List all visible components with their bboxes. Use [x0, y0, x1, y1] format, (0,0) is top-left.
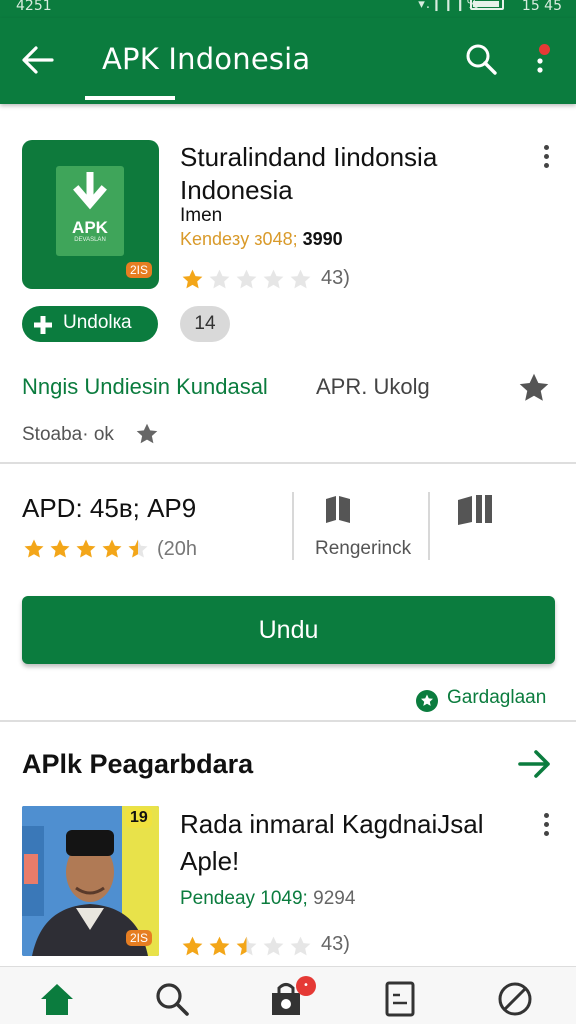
tab-indicator	[85, 96, 175, 100]
nav-home-icon[interactable]	[37, 979, 77, 1019]
card-thumbnail[interactable]: 19 2ІЅ	[22, 806, 159, 956]
nav-library-icon[interactable]	[380, 979, 420, 1019]
notification-dot	[539, 44, 550, 55]
card-number-badge: 19	[126, 808, 152, 828]
icon-apk-text: APK	[72, 218, 108, 237]
gardaglaan-label: Gardaglaan	[447, 687, 547, 708]
section-title: APlk Peagarbdara	[22, 749, 254, 779]
age-rating-badge: 2ІЅ	[126, 262, 153, 278]
storage-text: Stoaba· оk	[22, 424, 114, 445]
battery-icon	[470, 0, 504, 10]
bottom-nav: •	[0, 966, 576, 1024]
page-title: APK Indonesia	[102, 42, 311, 76]
app-meta: Kendeзy з048; 3990	[180, 229, 343, 250]
card-meta-gray: 9294	[313, 888, 356, 909]
app-meta-strong: 3990	[302, 229, 343, 249]
plus-icon	[32, 314, 54, 342]
divider	[0, 720, 576, 722]
search-icon[interactable]	[462, 40, 500, 78]
back-arrow-icon[interactable]	[18, 40, 58, 80]
ranking-label: Rengerinck	[315, 538, 412, 559]
install-button[interactable]: Undu	[22, 596, 555, 664]
stats-separator	[428, 492, 430, 560]
app-developer[interactable]: Imen	[180, 205, 222, 227]
status-time-left: 4251	[16, 0, 52, 14]
overflow-menu-icon[interactable]	[522, 40, 558, 78]
app-rating-count: 43)	[321, 267, 350, 289]
card-rating-stars	[180, 934, 313, 959]
nav-notification-badge: •	[296, 976, 316, 996]
rating-star-icon	[209, 269, 230, 289]
rating-star-icon	[263, 269, 284, 289]
install-pill-label: Undolкa	[63, 312, 132, 333]
app-bar: APK Indonesia	[0, 18, 576, 104]
rating-star-icon	[128, 539, 148, 558]
stats-rating-stars	[22, 537, 150, 561]
arrow-right-icon[interactable]	[517, 747, 553, 785]
app-rating-stars	[180, 267, 313, 292]
divider	[0, 462, 576, 464]
rating-star-icon	[290, 269, 311, 289]
rating-star-icon	[236, 936, 257, 956]
rating-star-icon	[50, 539, 70, 558]
rating-star-icon	[236, 269, 257, 289]
card-meta-text: Pendeay 1049;	[180, 888, 308, 909]
rating-star-icon	[102, 539, 122, 558]
stats-reviews: (20h	[157, 538, 198, 560]
app-meta-text: Kendeзy з048;	[180, 229, 298, 249]
developer-link[interactable]: Nngis Undiesin Kundasal	[22, 374, 268, 400]
status-bar: 4251 ▾.❙❙❙% 15 45	[0, 0, 576, 18]
icon-apk-subtext: DEVASLAN	[74, 237, 106, 243]
nav-blocked-icon[interactable]	[495, 979, 535, 1019]
card-rating-count: 43)	[321, 933, 350, 955]
rating-star-icon	[24, 539, 44, 558]
rating-star-icon	[76, 539, 96, 558]
apk-document-icon: APK DEVASLAN	[56, 166, 124, 256]
app-title: Sturalindand Iindonsia Indonesia	[180, 142, 438, 205]
rating-star-icon	[209, 936, 230, 956]
rating-star-icon	[182, 936, 203, 956]
stats-rating-label: APD: 45в; AP9	[22, 493, 197, 523]
count-pill[interactable]: 14	[180, 306, 230, 342]
app-icon[interactable]: APK DEVASLAN 2ІЅ	[22, 140, 159, 289]
rating-star-icon	[182, 269, 203, 289]
status-time-right: 15 45	[521, 0, 562, 14]
library-books-icon[interactable]	[456, 492, 496, 530]
ranking-book-icon	[324, 494, 352, 528]
favorite-star-icon[interactable]	[516, 370, 552, 406]
storage-star-icon	[134, 421, 160, 451]
stats-separator	[292, 492, 294, 560]
rating-star-icon	[290, 936, 311, 956]
install-pill-button[interactable]: Undolкa	[22, 306, 158, 342]
developer-tag: APR. Ukolg	[316, 374, 430, 399]
card-meta: Pendeay 1049; 9294	[180, 888, 355, 910]
badge-star-icon	[416, 690, 438, 718]
card-more-icon[interactable]	[537, 810, 557, 840]
card-age-badge: 2ІЅ	[126, 930, 153, 946]
nav-search-icon[interactable]	[152, 979, 192, 1019]
card-title[interactable]: Rada inmaral KagdnaiJsal Aple!	[180, 806, 520, 880]
rating-star-icon	[263, 936, 284, 956]
app-more-icon[interactable]	[537, 142, 557, 172]
